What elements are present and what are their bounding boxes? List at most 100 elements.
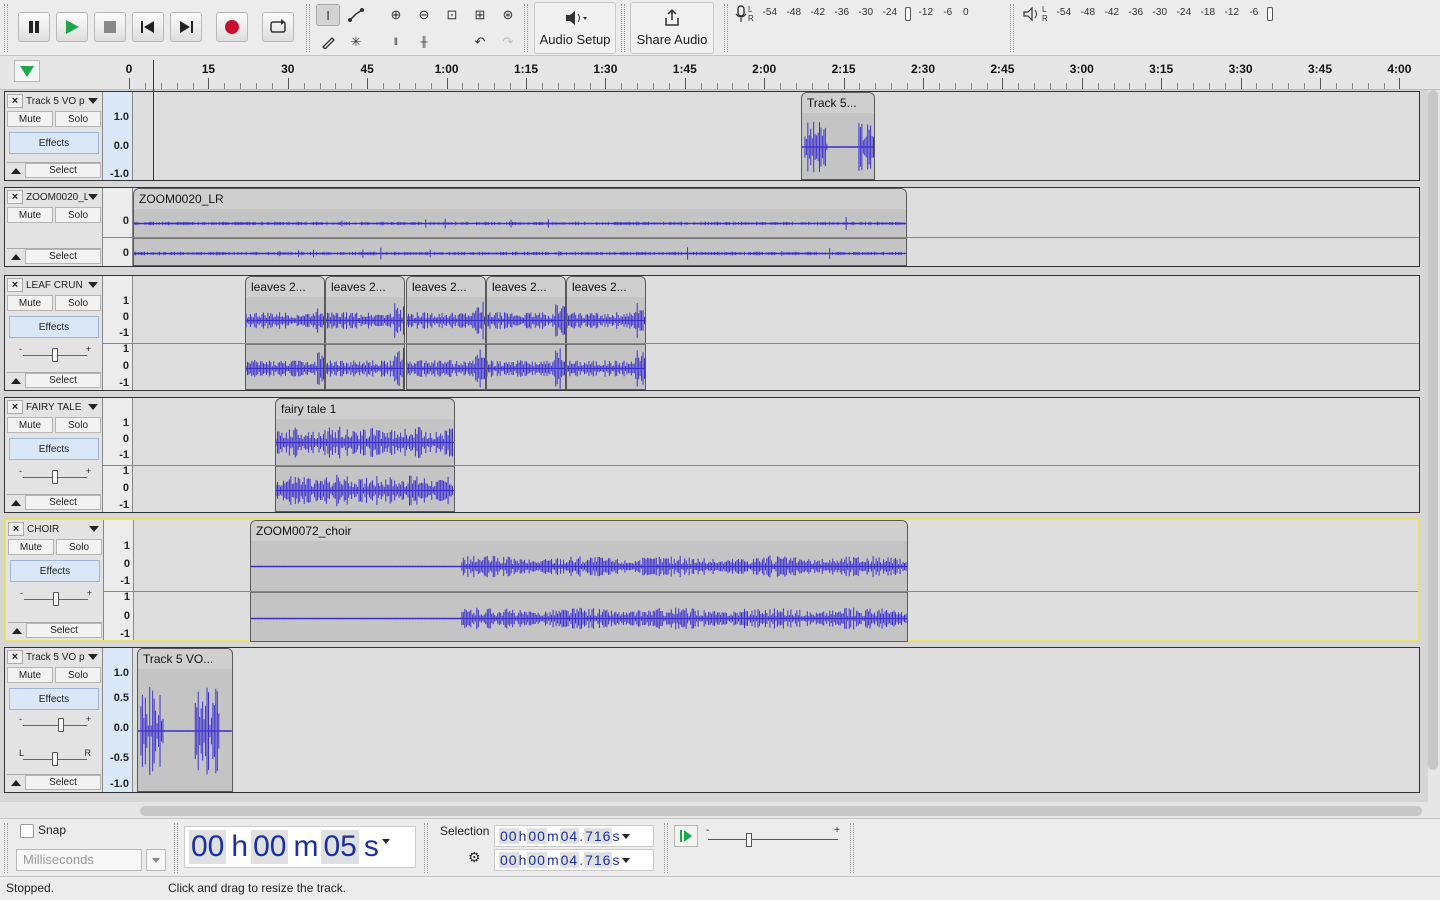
- playback-level-slider[interactable]: [1266, 7, 1273, 21]
- audio-clip[interactable]: leaves 2...: [566, 276, 646, 390]
- start-format-dropdown-icon[interactable]: [622, 833, 631, 839]
- play-at-speed-button[interactable]: [674, 825, 698, 847]
- audio-track[interactable]: × Track 5 VO p Mute Solo Effects - + L R Sele…: [4, 647, 1420, 793]
- audio-clip[interactable]: leaves 2...: [406, 276, 486, 390]
- vertical-scale[interactable]: 1.0 0.5 0.0 -0.5 -1.0: [103, 648, 133, 792]
- effects-button[interactable]: Effects: [9, 132, 99, 154]
- gain-slider[interactable]: - +: [19, 466, 91, 484]
- share-audio-button[interactable]: Share Audio: [630, 2, 714, 54]
- vertical-scale[interactable]: 1 0 -1 1 0 -1: [104, 520, 134, 640]
- track-menu-chevron-icon[interactable]: [89, 526, 99, 532]
- effects-button[interactable]: Effects: [9, 438, 99, 460]
- toolbar-grip[interactable]: [4, 4, 8, 52]
- skip-to-end-button[interactable]: [170, 12, 202, 42]
- track-menu-chevron-icon[interactable]: [88, 404, 98, 410]
- track-menu-chevron-icon[interactable]: [88, 98, 98, 104]
- tracks-area[interactable]: × Track 5 VO p Mute Solo Effects Select 1…: [0, 90, 1428, 802]
- toolbar-grip[interactable]: [174, 823, 178, 873]
- track-lane[interactable]: ZOOM0072_choir: [134, 520, 1418, 642]
- play-speed-thumb[interactable]: [746, 833, 752, 847]
- select-track-button[interactable]: Select: [25, 163, 101, 178]
- fit-project-button[interactable]: ⊞: [468, 4, 492, 26]
- snap-checkbox[interactable]: [20, 824, 34, 838]
- horizontal-scrollbar[interactable]: [140, 806, 1422, 816]
- clip-title[interactable]: leaves 2...: [567, 277, 645, 297]
- gain-slider-thumb[interactable]: [53, 592, 59, 606]
- loop-button[interactable]: [262, 12, 294, 42]
- clip-title[interactable]: Track 5...: [802, 93, 874, 113]
- close-track-icon[interactable]: ×: [7, 278, 23, 292]
- gain-slider-thumb[interactable]: [52, 348, 58, 362]
- selection-end-time[interactable]: 00 h 00 m 04. 716 s: [494, 849, 654, 871]
- clip-title[interactable]: Track 5 VO...: [138, 649, 232, 669]
- record-level-slider[interactable]: [904, 7, 911, 21]
- vertical-scale[interactable]: 1.0 0.0 -1.0: [103, 92, 133, 180]
- gain-slider-thumb[interactable]: [52, 470, 58, 484]
- zoom-in-button[interactable]: ⊕: [384, 4, 408, 26]
- clip-title[interactable]: leaves 2...: [487, 277, 565, 297]
- toolbar-grip[interactable]: [664, 823, 668, 873]
- audio-clip[interactable]: ZOOM0072_choir: [250, 520, 908, 642]
- track-name-menu[interactable]: Track 5 VO p: [23, 96, 88, 107]
- multi-tool-button[interactable]: ✳: [344, 31, 368, 53]
- toolbar-grip[interactable]: [850, 823, 854, 873]
- toolbar-grip[interactable]: [724, 4, 728, 52]
- clip-title[interactable]: leaves 2...: [326, 277, 404, 297]
- audio-track[interactable]: × ZOOM0020_L Mute Solo Select 00 ZOOM002…: [4, 187, 1420, 267]
- collapse-track-button[interactable]: [7, 374, 25, 388]
- stop-button[interactable]: [94, 12, 126, 42]
- track-name-menu[interactable]: Track 5 VO p: [23, 652, 88, 663]
- selection-settings-gear-icon[interactable]: ⚙: [468, 849, 481, 866]
- select-track-button[interactable]: Select: [25, 249, 101, 264]
- audio-track[interactable]: × LEAF CRUN Mute Solo Effects - + Select 1 0…: [4, 275, 1420, 391]
- audio-clip[interactable]: leaves 2...: [486, 276, 566, 390]
- collapse-track-button[interactable]: [8, 624, 26, 638]
- audio-track[interactable]: × Track 5 VO p Mute Solo Effects Select 1…: [4, 91, 1420, 181]
- collapse-track-button[interactable]: [7, 776, 25, 790]
- close-track-icon[interactable]: ×: [7, 94, 23, 108]
- play-speed-slider[interactable]: - +: [706, 825, 840, 847]
- record-button[interactable]: [216, 12, 248, 42]
- close-track-icon[interactable]: ×: [7, 650, 23, 664]
- toolbar-grip[interactable]: [424, 823, 428, 873]
- close-track-icon[interactable]: ×: [8, 522, 24, 536]
- playback-meter[interactable]: LR -54 -48 -42 -36 -30 -24 -18 -12 -6: [1022, 4, 1276, 24]
- audio-clip[interactable]: Track 5...: [801, 92, 875, 180]
- zoom-toggle-button[interactable]: ⊛: [496, 4, 520, 26]
- track-lane[interactable]: Track 5...: [133, 92, 1419, 180]
- track-lane[interactable]: fairy tale 1: [133, 398, 1419, 512]
- gain-slider-thumb[interactable]: [58, 718, 64, 732]
- solo-button[interactable]: Solo: [55, 667, 101, 683]
- mute-button[interactable]: Mute: [7, 667, 53, 683]
- audio-clip[interactable]: leaves 2...: [325, 276, 405, 390]
- silence-audio-button[interactable]: ╫: [412, 31, 436, 53]
- time-format-dropdown-icon[interactable]: [381, 839, 390, 844]
- select-track-button[interactable]: Select: [25, 495, 101, 510]
- mute-button[interactable]: Mute: [7, 417, 53, 433]
- close-track-icon[interactable]: ×: [7, 190, 23, 204]
- effects-button[interactable]: Effects: [10, 560, 100, 582]
- effects-button[interactable]: Effects: [9, 688, 99, 710]
- pan-slider-thumb[interactable]: [52, 752, 58, 766]
- toolbar-grip[interactable]: [524, 4, 528, 52]
- track-lane[interactable]: leaves 2... leaves 2... leaves 2... leav…: [133, 276, 1419, 390]
- collapse-track-button[interactable]: [7, 496, 25, 510]
- redo-button[interactable]: ↷: [496, 31, 520, 53]
- audio-clip[interactable]: Track 5 VO...: [137, 648, 233, 792]
- solo-button[interactable]: Solo: [56, 539, 102, 555]
- clip-title[interactable]: leaves 2...: [407, 277, 485, 297]
- timeline-ruler[interactable]: 0 15 30 45 1:00 1:15 1:30 1:45 2:00 2:15 2:30 2:45 3…: [0, 56, 1440, 90]
- zoom-out-button[interactable]: ⊖: [412, 4, 436, 26]
- gain-slider[interactable]: - +: [19, 344, 91, 362]
- solo-button[interactable]: Solo: [55, 417, 101, 433]
- mute-button[interactable]: Mute: [7, 207, 53, 223]
- time-display[interactable]: 00 h 00 m 05 s: [184, 826, 416, 868]
- toolbar-grip[interactable]: [621, 4, 625, 52]
- draw-tool-button[interactable]: [316, 31, 340, 53]
- select-track-button[interactable]: Select: [25, 373, 101, 388]
- track-menu-chevron-icon[interactable]: [88, 194, 98, 200]
- snap-unit-dropdown[interactable]: [146, 849, 166, 871]
- record-meter[interactable]: LR -54 -48 -42 -36 -30 -24 -12 -6 0: [734, 4, 974, 24]
- clip-title[interactable]: ZOOM0072_choir: [251, 521, 907, 541]
- fit-selection-button[interactable]: ⊡: [440, 4, 464, 26]
